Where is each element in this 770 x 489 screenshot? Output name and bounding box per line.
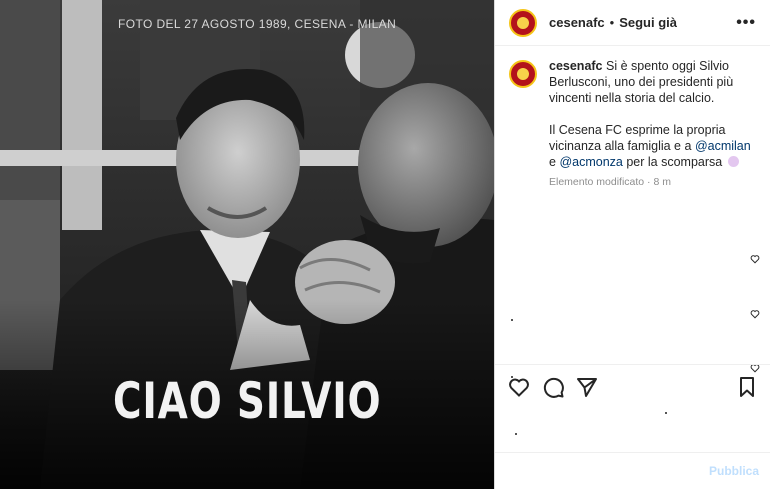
- praying-hands-emoji-icon: [727, 156, 739, 167]
- caption-comment: cesenafc Si è spento oggi Silvio Berlusc…: [495, 46, 770, 202]
- heart-icon[interactable]: [507, 375, 531, 399]
- caption-paragraph-1: cesenafc Si è spento oggi Silvio Berlusc…: [549, 58, 756, 106]
- caption-text-2b: e: [549, 155, 556, 169]
- avatar[interactable]: [509, 8, 537, 37]
- caption-username[interactable]: cesenafc: [549, 59, 603, 73]
- redacted-mark: [515, 433, 517, 435]
- bookmark-icon[interactable]: [735, 375, 759, 399]
- post-sidebar: cesenafc • Segui già ••• cesenafc Si è s…: [494, 0, 770, 489]
- redacted-mark: [665, 412, 667, 414]
- header-username[interactable]: cesenafc: [549, 15, 605, 30]
- caption-body: cesenafc Si è spento oggi Silvio Berlusc…: [549, 58, 756, 190]
- comment-icon[interactable]: [541, 375, 565, 399]
- post-header: cesenafc • Segui già •••: [495, 0, 770, 46]
- comment-composer: Pubblica: [495, 452, 770, 489]
- post-image[interactable]: FOTO DEL 27 AGOSTO 1989, CESENA - MILAN …: [0, 0, 494, 489]
- caption-paragraph-2: Il Cesena FC esprime la propria vicinanz…: [549, 122, 756, 170]
- action-bar: [495, 364, 770, 408]
- photo-caption: FOTO DEL 27 AGOSTO 1989, CESENA - MILAN: [118, 17, 397, 31]
- more-options-icon[interactable]: •••: [736, 14, 756, 32]
- photo-headline: CIAO SILVIO: [112, 372, 382, 430]
- publish-button[interactable]: Pubblica: [709, 464, 759, 478]
- seahorse-logo-icon: [517, 68, 529, 80]
- mention-acmilan[interactable]: @acmilan: [695, 139, 751, 153]
- comment-like-heart-icon[interactable]: [750, 254, 760, 264]
- redacted-mark: [511, 319, 513, 321]
- mention-acmonza[interactable]: @acmonza: [559, 155, 622, 169]
- header-separator: •: [609, 15, 615, 30]
- caption-meta: Elemento modificato · 8 m: [549, 176, 671, 188]
- comments-area[interactable]: cesenafc Si è spento oggi Silvio Berlusc…: [495, 46, 770, 378]
- follow-button[interactable]: Segui già: [619, 15, 677, 30]
- share-icon[interactable]: [575, 375, 599, 399]
- caption-avatar[interactable]: [509, 60, 537, 88]
- comment-like-heart-icon[interactable]: [750, 309, 760, 319]
- caption-text-2c: per la scomparsa: [626, 155, 723, 169]
- comment-input[interactable]: [507, 464, 709, 478]
- seahorse-logo-icon: [517, 16, 529, 29]
